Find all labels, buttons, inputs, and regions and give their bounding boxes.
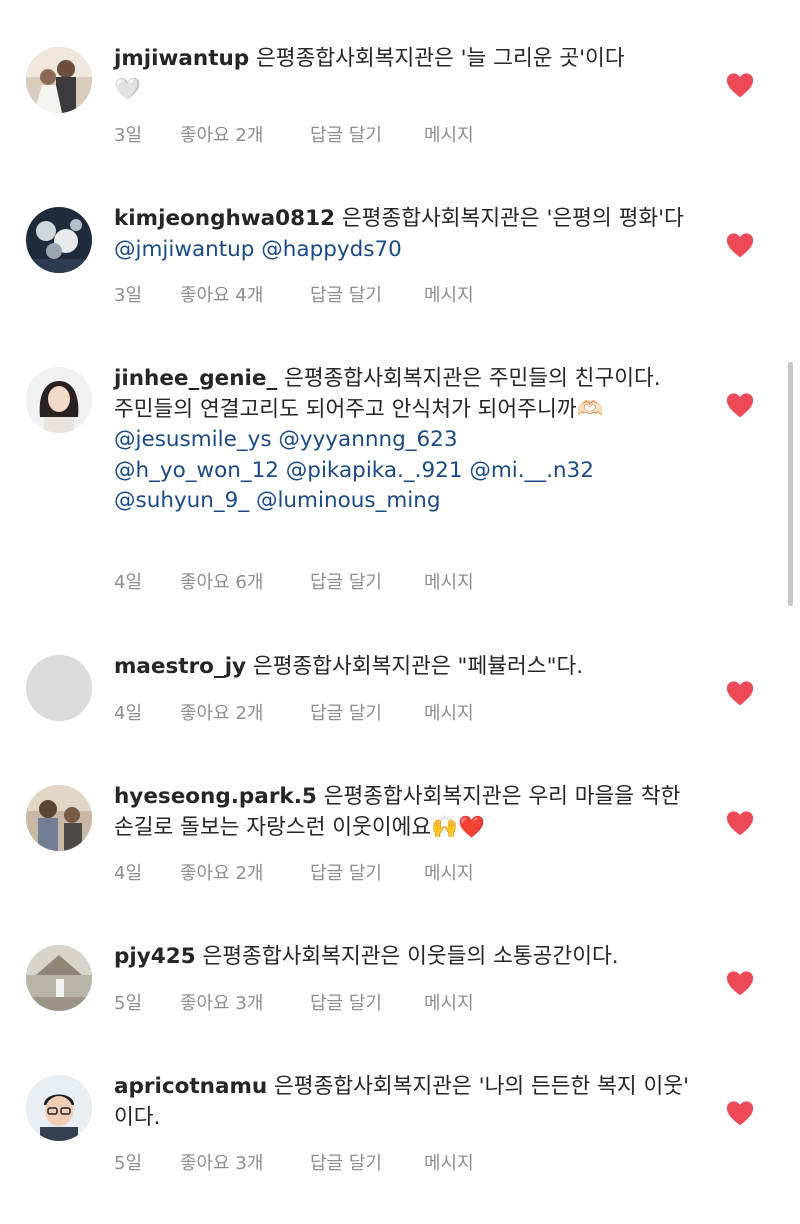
comment-username[interactable]: apricotnamu (114, 1074, 267, 1099)
avatar[interactable] (26, 47, 92, 113)
heart-icon[interactable] (726, 810, 754, 836)
comment-time: 4일 (114, 572, 143, 593)
reply-button[interactable]: 답글 달기 (310, 1149, 382, 1175)
comment-body: kimjeonghwa0812 은평종합사회복지관은 '은평의 평화'다 @jm… (114, 204, 704, 265)
comment-time: 4일 (114, 863, 143, 884)
reply-button[interactable]: 답글 달기 (310, 699, 382, 725)
avatar[interactable] (26, 1075, 92, 1141)
comment-time: 3일 (114, 125, 143, 146)
comment-username[interactable]: pjy425 (114, 944, 196, 969)
comment-username[interactable]: maestro_jy (114, 654, 246, 679)
comment-likes[interactable]: 좋아요 3개 (180, 1149, 263, 1175)
comment-username[interactable]: jinhee_genie_ (114, 366, 277, 391)
avatar-photo (26, 945, 92, 1011)
reply-button[interactable]: 답글 달기 (310, 281, 382, 307)
message-button[interactable]: 메시지 (424, 859, 474, 885)
comment-time: 4일 (114, 703, 143, 724)
comment-username[interactable]: jmjiwantup (114, 46, 249, 71)
heart-icon[interactable] (726, 392, 754, 418)
comment-text: 은평종합사회복지관은 '은평의 평화'다 (341, 206, 684, 231)
message-button[interactable]: 메시지 (424, 989, 474, 1015)
avatar-photo (26, 1075, 92, 1141)
heart-icon[interactable] (726, 680, 754, 706)
comment-body: jmjiwantup 은평종합사회복지관은 '늘 그리운 곳'이다 🤍 (114, 44, 704, 105)
comment-time: 3일 (114, 285, 143, 306)
comment-body: pjy425 은평종합사회복지관은 이웃들의 소통공간이다. (114, 942, 704, 973)
avatar-photo (26, 47, 92, 113)
comment-username[interactable]: kimjeonghwa0812 (114, 206, 335, 231)
comment-time: 5일 (114, 1153, 143, 1174)
comment-likes[interactable]: 좋아요 2개 (180, 859, 263, 885)
heart-icon[interactable] (726, 970, 754, 996)
avatar-photo (26, 207, 92, 273)
heart-icon[interactable] (726, 72, 754, 98)
heart-icon[interactable] (726, 1100, 754, 1126)
comment-body: jinhee_genie_ 은평종합사회복지관은 주민들의 친구이다. 주민들의… (114, 364, 704, 517)
reply-button[interactable]: 답글 달기 (310, 121, 382, 147)
comment-body: hyeseong.park.5 은평종합사회복지관은 우리 마을을 착한 손길로… (114, 782, 704, 843)
comment-mentions[interactable]: @jmjiwantup @happyds70 (114, 237, 402, 262)
avatar[interactable] (26, 207, 92, 273)
message-button[interactable]: 메시지 (424, 568, 474, 594)
reply-button[interactable]: 답글 달기 (310, 989, 382, 1015)
reply-button[interactable]: 답글 달기 (310, 859, 382, 885)
comment-text: 은평종합사회복지관은 '늘 그리운 곳'이다 (256, 46, 625, 71)
comment-likes[interactable]: 좋아요 6개 (180, 568, 263, 594)
avatar-placeholder (26, 655, 92, 721)
avatar-photo (26, 367, 92, 433)
avatar[interactable] (26, 785, 92, 851)
white-heart-emoji: 🤍 (114, 76, 141, 102)
scrollbar[interactable] (788, 362, 793, 606)
avatar[interactable] (26, 945, 92, 1011)
comment-mentions[interactable]: @jesusmile_ys @yyyannng_623 @h_yo_won_12… (114, 427, 594, 513)
message-button[interactable]: 메시지 (424, 699, 474, 725)
comment-body: apricotnamu 은평종합사회복지관은 '나의 든든한 복지 이웃' 이다… (114, 1072, 704, 1133)
comment-body: maestro_jy 은평종합사회복지관은 "페뷸러스"다. (114, 652, 704, 683)
heart-icon[interactable] (726, 232, 754, 258)
message-button[interactable]: 메시지 (424, 281, 474, 307)
avatar[interactable] (26, 655, 92, 721)
comment-text: 은평종합사회복지관은 "페뷸러스"다. (252, 654, 584, 679)
comment-likes[interactable]: 좋아요 3개 (180, 989, 263, 1015)
message-button[interactable]: 메시지 (424, 121, 474, 147)
comment-likes[interactable]: 좋아요 4개 (180, 281, 263, 307)
comment-likes[interactable]: 좋아요 2개 (180, 699, 263, 725)
avatar[interactable] (26, 367, 92, 433)
comment-likes[interactable]: 좋아요 2개 (180, 121, 263, 147)
comment-time: 5일 (114, 993, 143, 1014)
comment-username[interactable]: hyeseong.park.5 (114, 784, 317, 809)
avatar-photo (26, 785, 92, 851)
message-button[interactable]: 메시지 (424, 1149, 474, 1175)
reply-button[interactable]: 답글 달기 (310, 568, 382, 594)
comment-text: 은평종합사회복지관은 이웃들의 소통공간이다. (202, 944, 619, 969)
